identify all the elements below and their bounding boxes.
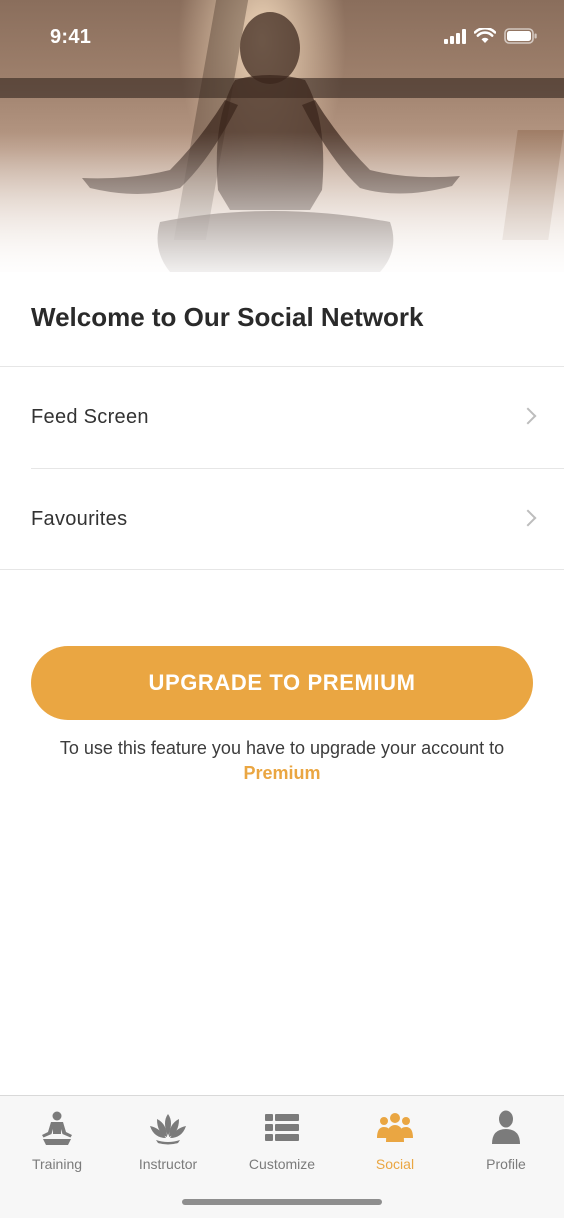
meditation-icon: [42, 1111, 72, 1145]
status-time: 9:41: [50, 26, 92, 48]
upgrade-to-premium-button[interactable]: UPGRADE TO PREMIUM: [31, 646, 533, 720]
tab-instructor[interactable]: Instructor: [113, 1108, 223, 1178]
chevron-right-icon: [519, 509, 537, 527]
tab-label: Instructor: [138, 1156, 198, 1172]
tab-label: Social: [375, 1156, 415, 1172]
hero-fade-overlay: [0, 132, 564, 272]
upgrade-hint-text: To use this feature you have to upgrade …: [59, 738, 505, 758]
list-icon: [265, 1114, 299, 1141]
favourites-row[interactable]: Favourites: [0, 469, 564, 569]
tab-label: Profile: [486, 1156, 526, 1172]
premium-link[interactable]: Premium: [243, 763, 320, 783]
upgrade-hint: To use this feature you have to upgrade …: [40, 736, 524, 786]
page-title: Welcome to Our Social Network: [31, 302, 424, 332]
hero-image: 9:41: [0, 0, 564, 272]
feed-screen-row[interactable]: Feed Screen: [0, 367, 564, 467]
cellular-signal-icon: [444, 28, 466, 44]
user-icon: [492, 1110, 520, 1144]
lotus-icon: [150, 1114, 186, 1145]
favourites-label: Favourites: [31, 507, 128, 530]
tab-label: Customize: [248, 1156, 316, 1172]
tab-training[interactable]: Training: [2, 1108, 112, 1178]
status-bar: 9:41: [0, 0, 564, 74]
chevron-right-icon: [519, 407, 537, 425]
tab-profile[interactable]: Profile: [451, 1108, 561, 1178]
home-indicator[interactable]: [182, 1199, 382, 1205]
battery-icon: [504, 28, 537, 44]
tab-customize[interactable]: Customize: [227, 1108, 337, 1178]
status-icons: [444, 28, 538, 44]
feed-screen-label: Feed Screen: [31, 405, 149, 428]
tab-label: Training: [31, 1156, 83, 1172]
divider: [0, 569, 564, 570]
wifi-icon: [474, 28, 496, 43]
group-icon: [377, 1113, 413, 1142]
tab-social[interactable]: Social: [340, 1108, 450, 1178]
